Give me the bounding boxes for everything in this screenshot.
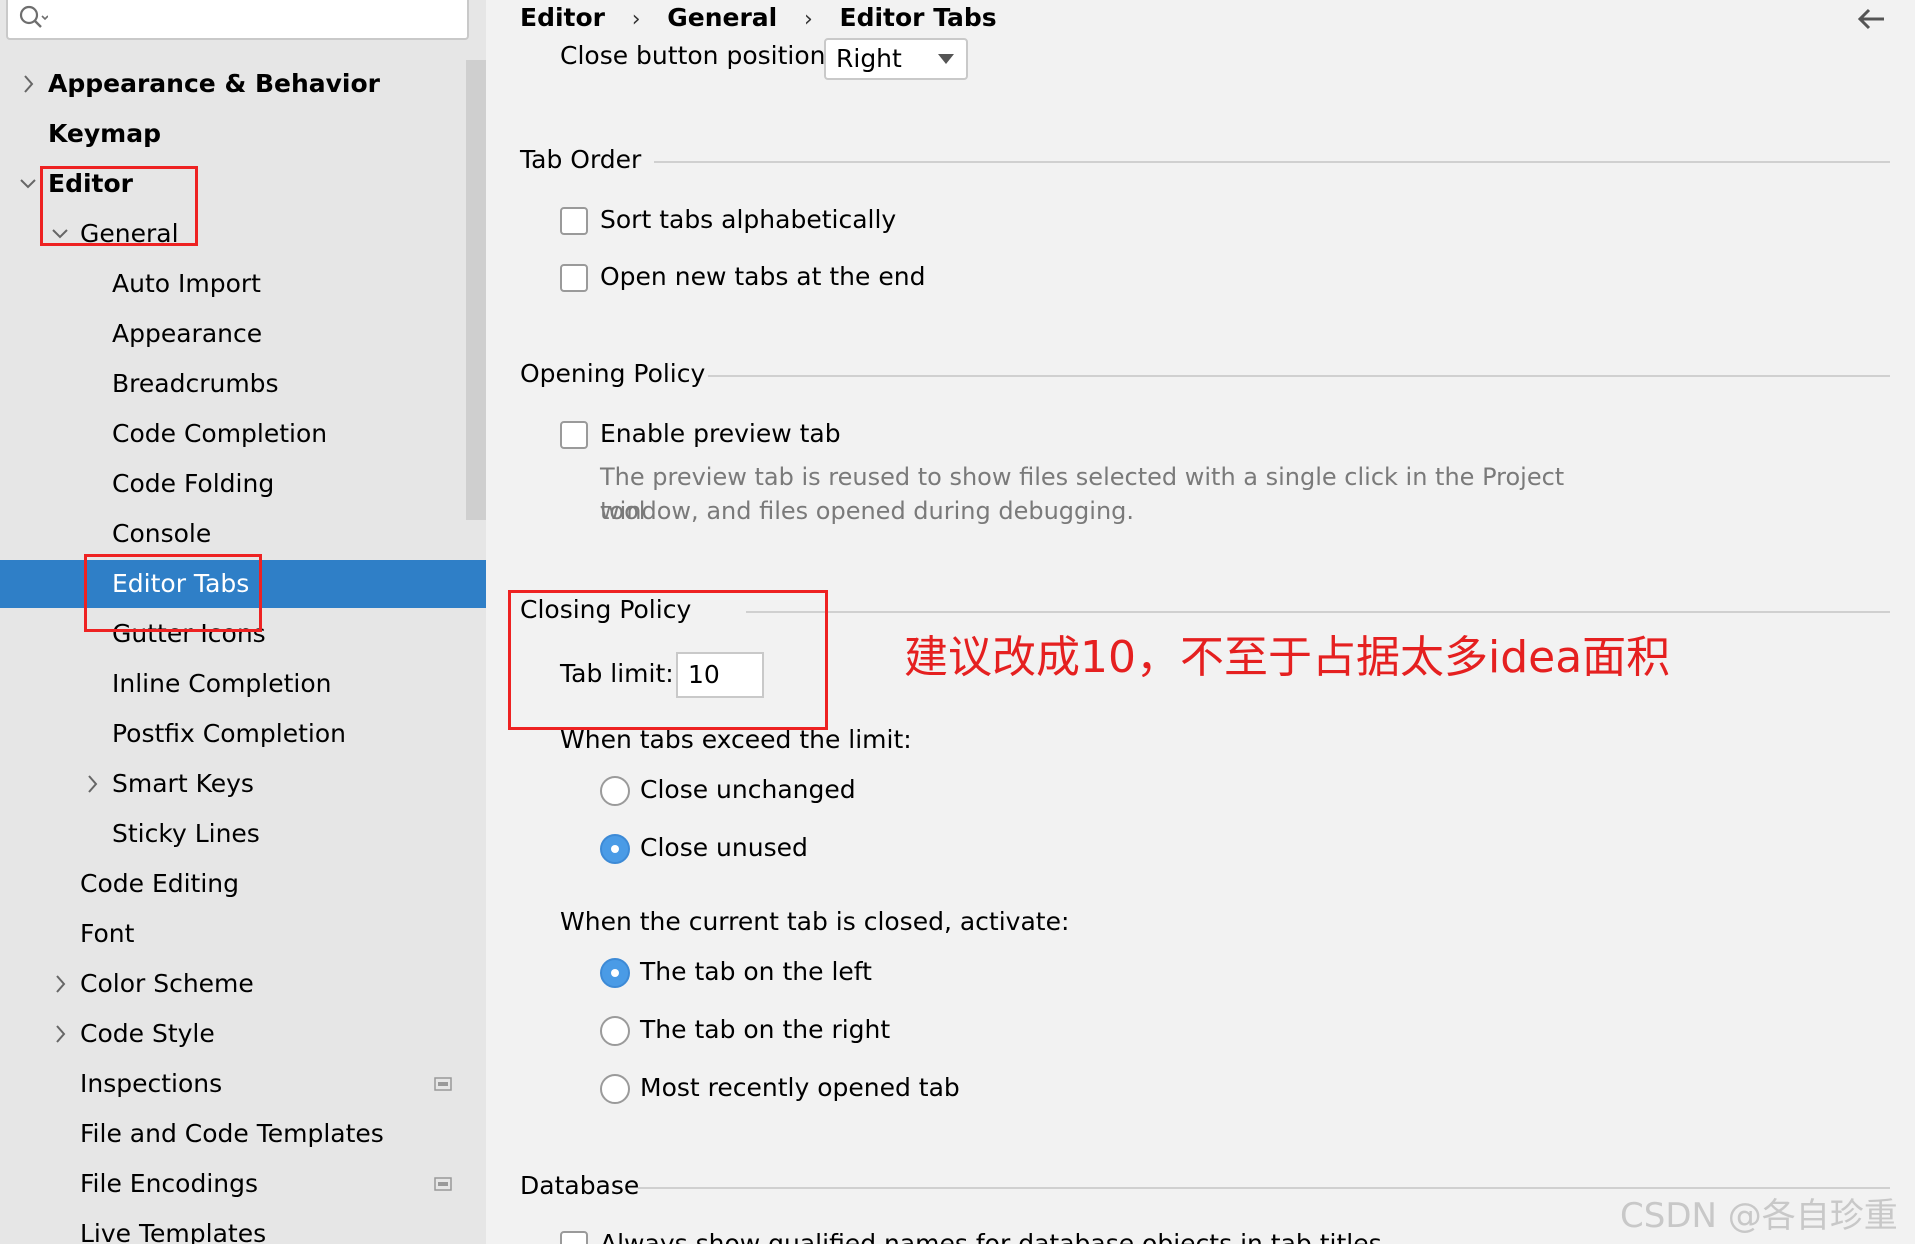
- close-unused-radio[interactable]: [600, 834, 630, 864]
- sidebar-item-sticky-lines[interactable]: Sticky Lines: [0, 810, 466, 858]
- sidebar-item-label: Color Scheme: [80, 969, 254, 998]
- close-button-position-label: Close button position:: [560, 41, 834, 70]
- tab-order-title: Tab Order: [520, 145, 642, 174]
- sidebar-item-label: Keymap: [48, 119, 162, 148]
- back-arrow-icon[interactable]: [1854, 4, 1888, 34]
- enable-preview-tab-label[interactable]: Enable preview tab: [600, 416, 841, 452]
- breadcrumb-item: Editor Tabs: [839, 3, 997, 32]
- project-scope-icon: [434, 1177, 452, 1191]
- watermark: CSDN @各自珍重: [1620, 1196, 1898, 1236]
- sidebar-item-code-completion[interactable]: Code Completion: [0, 410, 466, 458]
- sidebar-item-auto-import[interactable]: Auto Import: [0, 260, 466, 308]
- sidebar-item-console[interactable]: Console: [0, 510, 466, 558]
- sidebar-item-file-and-code-templates[interactable]: File and Code Templates: [0, 1110, 466, 1158]
- tab-on-right-radio[interactable]: [600, 1016, 630, 1046]
- sidebar-item-live-templates[interactable]: Live Templates: [0, 1210, 466, 1244]
- sidebar-item-label: Inline Completion: [112, 669, 332, 698]
- search-icon[interactable]: [18, 4, 48, 32]
- dropdown-arrow-icon: [938, 54, 954, 64]
- sidebar-item-code-editing[interactable]: Code Editing: [0, 860, 466, 908]
- close-unchanged-radio[interactable]: [600, 776, 630, 806]
- sidebar-item-file-encodings[interactable]: File Encodings: [0, 1160, 466, 1208]
- sort-tabs-alphabetically-checkbox[interactable]: [560, 207, 588, 235]
- breadcrumb-separator: ›: [803, 7, 813, 32]
- annotation-highlight-box: [508, 590, 828, 730]
- open-new-tabs-at-end-label[interactable]: Open new tabs at the end: [600, 259, 925, 295]
- sidebar-item-smart-keys[interactable]: Smart Keys: [0, 760, 466, 808]
- sidebar-item-label: Auto Import: [112, 269, 261, 298]
- sidebar-item-font[interactable]: Font: [0, 910, 466, 958]
- search-input[interactable]: [56, 0, 456, 34]
- close-unused-label[interactable]: Close unused: [640, 830, 808, 866]
- project-scope-icon: [434, 1077, 452, 1091]
- tab-on-right-label[interactable]: The tab on the right: [640, 1012, 890, 1048]
- sidebar-item-label: Console: [112, 519, 212, 548]
- tab-on-left-radio[interactable]: [600, 958, 630, 988]
- sidebar-item-label: Code Completion: [112, 419, 328, 448]
- database-title: Database: [520, 1171, 640, 1200]
- section-divider: [654, 161, 1890, 163]
- sidebar-item-inline-completion[interactable]: Inline Completion: [0, 660, 466, 708]
- sidebar-item-breadcrumbs[interactable]: Breadcrumbs: [0, 360, 466, 408]
- breadcrumb-item[interactable]: General: [667, 0, 777, 36]
- sidebar-item-label: Inspections: [80, 1069, 223, 1098]
- sidebar-item-label: Breadcrumbs: [112, 369, 279, 398]
- breadcrumb-item[interactable]: Editor: [520, 0, 605, 36]
- chevron-right-icon[interactable]: [16, 60, 40, 108]
- chevron-down-icon[interactable]: [16, 160, 40, 208]
- chevron-right-icon[interactable]: [48, 1010, 72, 1058]
- sidebar-item-label: Sticky Lines: [112, 819, 260, 848]
- open-new-tabs-at-end-checkbox[interactable]: [560, 264, 588, 292]
- close-button-position-value: Right: [836, 44, 902, 73]
- breadcrumb: Editor › General › Editor Tabs: [520, 0, 997, 36]
- sidebar-item-code-folding[interactable]: Code Folding: [0, 460, 466, 508]
- sidebar-item-keymap[interactable]: Keymap: [0, 110, 466, 158]
- sidebar-scrollbar-thumb[interactable]: [466, 60, 486, 520]
- close-unchanged-label[interactable]: Close unchanged: [640, 772, 856, 808]
- sidebar-item-label: Appearance: [112, 319, 263, 348]
- sidebar-item-appearance[interactable]: Appearance: [0, 310, 466, 358]
- sidebar-item-label: File and Code Templates: [80, 1119, 384, 1148]
- annotation-highlight-box: [84, 554, 262, 632]
- annotation-note: 建议改成10，不至于占据太多idea面积: [904, 632, 1671, 683]
- sidebar-item-appearance-behavior[interactable]: Appearance & Behavior: [0, 60, 466, 108]
- opening-policy-title: Opening Policy: [520, 359, 706, 388]
- sidebar-item-postfix-completion[interactable]: Postfix Completion: [0, 710, 466, 758]
- sidebar-item-color-scheme[interactable]: Color Scheme: [0, 960, 466, 1008]
- sidebar-item-label: Code Folding: [112, 469, 275, 498]
- sort-tabs-alphabetically-label[interactable]: Sort tabs alphabetically: [600, 202, 896, 238]
- enable-preview-tab-checkbox[interactable]: [560, 421, 588, 449]
- sidebar-item-inspections[interactable]: Inspections: [0, 1060, 466, 1108]
- preview-tab-hint-line2: window, and files opened during debuggin…: [600, 497, 1135, 525]
- settings-search-box[interactable]: [6, 0, 469, 40]
- sidebar-item-label: Smart Keys: [112, 769, 254, 798]
- sidebar-item-label: Code Style: [80, 1019, 215, 1048]
- activate-on-close-label: When the current tab is closed, activate…: [560, 907, 1070, 936]
- breadcrumb-separator: ›: [631, 7, 641, 32]
- sidebar-item-label: File Encodings: [80, 1169, 259, 1198]
- qualified-names-checkbox[interactable]: [560, 1231, 588, 1244]
- section-divider: [708, 375, 1890, 377]
- sidebar-item-label: Postfix Completion: [112, 719, 346, 748]
- sidebar-item-label: Font: [80, 919, 135, 948]
- most-recent-tab-label[interactable]: Most recently opened tab: [640, 1070, 960, 1106]
- sidebar-item-label: Appearance & Behavior: [48, 69, 380, 98]
- sidebar-item-label: Live Templates: [80, 1219, 267, 1244]
- annotation-highlight-box: [40, 166, 198, 246]
- tab-on-left-label[interactable]: The tab on the left: [640, 954, 872, 990]
- chevron-right-icon[interactable]: [80, 760, 104, 808]
- sidebar-item-label: Code Editing: [80, 869, 240, 898]
- section-divider: [746, 611, 1890, 613]
- qualified-names-label[interactable]: Always show qualified names for database…: [600, 1226, 1382, 1244]
- most-recent-tab-radio[interactable]: [600, 1074, 630, 1104]
- settings-content: Editor › General › Editor Tabs Close but…: [486, 0, 1915, 1244]
- sidebar-item-code-style[interactable]: Code Style: [0, 1010, 466, 1058]
- chevron-right-icon[interactable]: [48, 960, 72, 1008]
- close-button-position-select[interactable]: Right: [824, 38, 968, 80]
